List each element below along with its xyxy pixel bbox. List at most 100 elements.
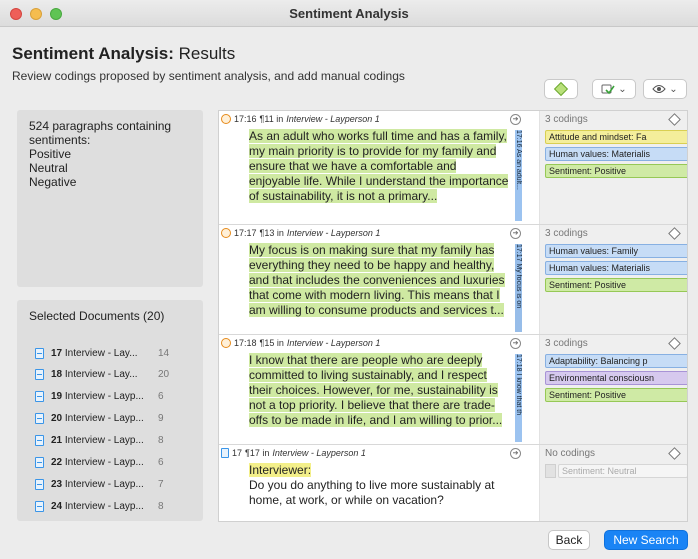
go-to-segment-icon[interactable]: ➔ (510, 338, 521, 349)
document-icon (35, 434, 44, 446)
page-title-bold: Sentiment Analysis: (12, 44, 174, 63)
segment-document[interactable]: Interview - Layperson 1 (287, 338, 381, 348)
document-item[interactable]: 22 Interview - Layp... 6 (35, 455, 164, 469)
document-icon (35, 478, 44, 490)
code-chip[interactable]: Human values: Materialis (545, 261, 687, 275)
window-titlebar: Sentiment Analysis (0, 0, 698, 27)
coding-stripe[interactable]: 17:17 My focus is on (515, 244, 522, 332)
document-count: 7 (158, 478, 164, 490)
code-chip[interactable]: Adaptability: Balancing p (545, 354, 687, 368)
segment-paragraph: ¶11 in (259, 114, 284, 124)
codings-count: 3 codings (545, 228, 588, 239)
document-number: 22 (51, 456, 63, 468)
document-icon (35, 347, 44, 359)
segment-paragraph: ¶13 in (259, 228, 284, 238)
code-chip[interactable]: Human values: Materialis (545, 147, 687, 161)
add-code-diamond-icon[interactable] (668, 227, 681, 240)
segment-text[interactable]: I know that there are people who are dee… (249, 353, 511, 428)
result-card: 17:17 ¶13 in Interview - Layperson 1 ➔ M… (219, 225, 687, 335)
view-dropdown-button[interactable]: ⌄ (643, 79, 687, 99)
result-card: 17 ¶17 in Interview - Layperson 1 ➔ Inte… (219, 445, 687, 521)
document-number: 17 (51, 347, 63, 359)
document-icon (221, 448, 229, 458)
code-chip[interactable]: Environmental consciousn (545, 371, 687, 385)
segment-document[interactable]: Interview - Layperson 1 (287, 228, 381, 238)
page-title: Sentiment Analysis: Results (12, 44, 235, 64)
coding-stripe[interactable]: 17:16 As an adult... (515, 130, 522, 221)
document-count: 6 (158, 456, 164, 468)
document-number: 18 (51, 368, 63, 380)
document-item[interactable]: 19 Interview - Layp... 6 (35, 389, 164, 403)
summary-item-neutral[interactable]: Neutral (29, 161, 191, 175)
code-chip[interactable]: Sentiment: Positive (545, 278, 687, 292)
selected-documents-title: Selected Documents (20) (29, 309, 165, 323)
code-chip[interactable]: Attitude and mindset: Fa (545, 130, 687, 144)
segment-text[interactable]: Interviewer: Do you do anything to live … (249, 463, 511, 508)
go-to-segment-icon[interactable]: ➔ (510, 114, 521, 125)
segment-text-highlight: My focus is on making sure that my famil… (249, 243, 505, 317)
add-code-diamond-icon[interactable] (668, 337, 681, 350)
results-list[interactable]: 17:16 ¶11 in Interview - Layperson 1 ➔ A… (218, 110, 688, 522)
segment-reference: 17 ¶17 in Interview - Layperson 1 (221, 448, 366, 458)
add-code-diamond-icon[interactable] (668, 447, 681, 460)
document-icon (35, 390, 44, 402)
speaker-label: Interviewer: (249, 463, 312, 477)
sentiment-summary-panel: 524 paragraphs containing sentiments: Po… (17, 110, 203, 287)
document-item[interactable]: 18 Interview - Lay... 20 (35, 367, 169, 381)
green-diamond-icon (553, 81, 569, 97)
back-button[interactable]: Back (548, 530, 590, 550)
code-button[interactable] (544, 79, 578, 99)
page-subtitle: Review codings proposed by sentiment ana… (12, 69, 405, 83)
segment-document[interactable]: Interview - Layperson 1 (272, 448, 366, 458)
document-count: 6 (158, 390, 164, 402)
document-count: 14 (158, 347, 170, 359)
document-number: 24 (51, 500, 63, 512)
segment-text[interactable]: My focus is on making sure that my famil… (249, 243, 511, 318)
code-checkbox[interactable] (545, 464, 556, 478)
segment-text[interactable]: As an adult who works full time and has … (249, 129, 511, 204)
codings-column: No codings Sentiment: Neutral (539, 445, 687, 521)
code-chip[interactable]: Human values: Family (545, 244, 687, 258)
code-chip-suggested[interactable]: Sentiment: Neutral (558, 464, 687, 478)
document-item[interactable]: 23 Interview - Layp... 7 (35, 477, 164, 491)
document-item[interactable]: 17 Interview - Lay... 14 (35, 346, 169, 360)
document-item[interactable]: 21 Interview - Layp... 8 (35, 433, 164, 447)
document-item[interactable]: 20 Interview - Layp... 9 (35, 411, 164, 425)
add-code-diamond-icon[interactable] (668, 113, 681, 126)
result-card: 17:18 ¶15 in Interview - Layperson 1 ➔ I… (219, 335, 687, 445)
document-number: 20 (51, 412, 63, 424)
document-item[interactable]: 24 Interview - Layp... 8 (35, 499, 164, 513)
document-name: Interview - Layp... (64, 456, 144, 468)
chevron-down-icon: ⌄ (669, 83, 678, 95)
code-chip[interactable]: Sentiment: Positive (545, 388, 687, 402)
codings-count: No codings (545, 448, 596, 459)
codings-count: 3 codings (545, 338, 588, 349)
segment-text-highlight: I know that there are people who are dee… (249, 353, 503, 427)
document-name: Interview - Layp... (64, 390, 144, 402)
document-name: Interview - Layp... (64, 412, 144, 424)
filter-dropdown-button[interactable]: ⌄ (592, 79, 636, 99)
document-count: 8 (158, 500, 164, 512)
codings-column: 3 codings Human values: Family Human val… (539, 225, 687, 334)
document-icon (35, 456, 44, 468)
document-name: Interview - Layp... (64, 500, 144, 512)
document-name: Interview - Lay... (64, 347, 138, 359)
clock-icon (221, 228, 231, 238)
segment-document[interactable]: Interview - Layperson 1 (286, 114, 380, 124)
result-card: 17:16 ¶11 in Interview - Layperson 1 ➔ A… (219, 111, 687, 225)
summary-line-1: 524 paragraphs containing (29, 119, 172, 133)
document-name: Interview - Layp... (64, 434, 144, 446)
segment-time: 17:17 (234, 228, 257, 238)
go-to-segment-icon[interactable]: ➔ (510, 448, 521, 459)
segment-text-highlight: As an adult who works full time and has … (249, 129, 509, 203)
segment-text-body: Do you do anything to live more sustaina… (249, 478, 495, 507)
new-search-button[interactable]: New Search (604, 530, 688, 550)
filter-check-icon (601, 84, 615, 94)
summary-item-negative[interactable]: Negative (29, 175, 191, 189)
go-to-segment-icon[interactable]: ➔ (510, 228, 521, 239)
coding-stripe[interactable]: 17:18 I know that th (515, 354, 522, 442)
summary-item-positive[interactable]: Positive (29, 147, 191, 161)
segment-time: 17:18 (234, 338, 257, 348)
code-chip[interactable]: Sentiment: Positive (545, 164, 687, 178)
selected-documents-panel: Selected Documents (20) 17 Interview - L… (17, 300, 203, 521)
